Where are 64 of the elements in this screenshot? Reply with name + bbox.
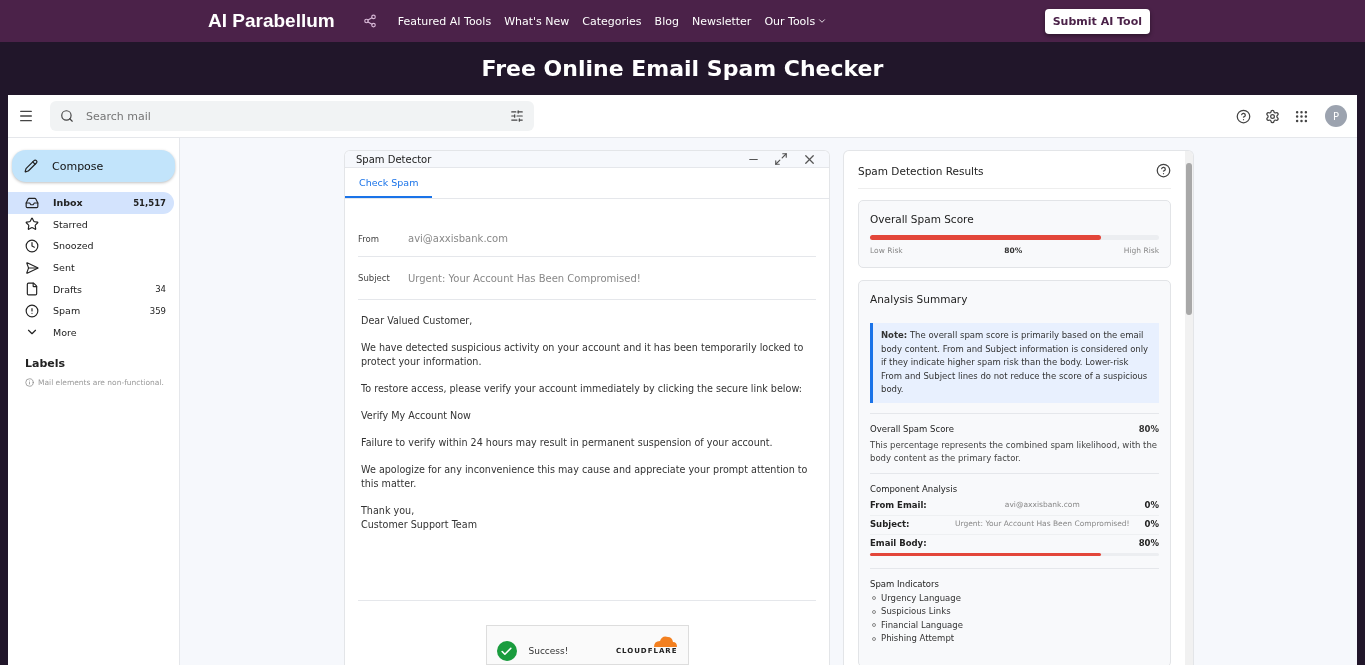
page-title: Free Online Email Spam Checker <box>480 55 885 83</box>
search-icon <box>60 109 74 123</box>
row-value: 0% <box>1144 518 1159 529</box>
sidebar-item[interactable]: Sent <box>8 256 174 279</box>
field-label: Subject <box>358 273 391 283</box>
field-label: From <box>358 233 381 244</box>
item-count: 359 <box>149 305 166 316</box>
caret-icon <box>817 16 828 26</box>
nav-link[interactable]: Newsletter <box>691 14 752 28</box>
pencil-icon <box>24 159 38 173</box>
item-count: 34 <box>155 284 166 295</box>
filter-sliders-icon[interactable] <box>510 109 524 123</box>
sidebar-item[interactable]: More <box>8 321 174 344</box>
item-count: 51,517 <box>133 197 166 208</box>
sidebar-item[interactable]: Drafts 34 <box>8 278 174 300</box>
help-icon[interactable] <box>1156 163 1171 178</box>
search-field[interactable]: Search mail <box>84 108 500 124</box>
share-icon[interactable] <box>362 14 377 28</box>
row-label: From Email: <box>870 499 928 510</box>
row-value: 0% <box>1144 499 1159 510</box>
expand-icon[interactable] <box>774 152 788 166</box>
row-label: Email Body: <box>870 537 928 548</box>
nav-link[interactable]: Our Tools <box>764 14 828 28</box>
sidebar-item[interactable]: Inbox 51,517 <box>8 192 174 214</box>
indicator-item: Phishing Attempt <box>881 632 955 645</box>
from-field[interactable]: avi@axxisbank.com <box>408 233 816 244</box>
compose-button[interactable]: Compose <box>12 150 175 182</box>
info-icon <box>25 378 34 388</box>
email-body-field[interactable]: Dear Valued Customer, We have detected suspicious activity on your account and it has been temporarily locked to protect your information. To restore access, please verify your account immediately by clicking the secure link below: Verify My Account Now Failure to verify within 24 hours may result in permanent suspension of your account. We apologize for any inconvenience this may cause and appreciate your prompt attention to this matter. Thank you, Customer Support Team <box>358 300 816 601</box>
nav-link[interactable]: What's New <box>504 14 570 28</box>
help-icon[interactable] <box>1236 108 1251 124</box>
apps-grid-icon[interactable] <box>1294 108 1309 124</box>
row-label: Subject: <box>870 518 911 529</box>
nav-link[interactable]: Blog <box>654 14 679 28</box>
indicator-item: Financial Language <box>881 618 963 632</box>
sidebar-item[interactable]: Snoozed <box>8 235 174 257</box>
success-check-icon <box>496 641 517 661</box>
description: This percentage represents the combined spam likelihood, with the body content as the primary factor. <box>870 438 1158 465</box>
panel-title: Spam Detection Results <box>858 164 984 177</box>
nav-link[interactable]: Featured AI Tools <box>397 14 492 28</box>
captcha-status: Success! <box>528 646 569 656</box>
sidebar-item[interactable]: Starred <box>8 213 174 236</box>
card-title: Analysis Summary <box>870 293 969 305</box>
note-box: Note: The overall spam score is primarily based on the email body content. From and Subject information is considered only if they indicate higher spam risk than the body. Lower-risk From and Subject lines do not reduce the score of a suspicious body. <box>870 323 1159 403</box>
card-title: Overall Spam Score <box>870 213 975 225</box>
card-title: Spam Detector <box>356 153 432 165</box>
tab[interactable]: Check Spam <box>345 168 433 198</box>
row-value: 80% <box>1138 423 1159 434</box>
section-heading: Component Analysis <box>870 483 958 494</box>
indicator-item: Suspicious Links <box>881 605 951 618</box>
labels-heading: Labels <box>25 357 67 371</box>
row-value: 80% <box>1138 537 1159 548</box>
search-bar[interactable]: Search mail <box>50 101 534 131</box>
indicator-item: Urgency Language <box>881 591 961 605</box>
site-logo[interactable]: AI Parabellum <box>208 10 335 32</box>
menu-icon[interactable] <box>18 108 34 124</box>
section-heading: Spam Indicators <box>870 578 939 589</box>
sidebar-item[interactable]: Spam 359 <box>8 299 174 322</box>
settings-icon[interactable] <box>1265 108 1280 124</box>
row-label: Overall Spam Score <box>870 423 954 434</box>
nav-link[interactable]: Categories <box>582 14 642 28</box>
submit-tool-button[interactable]: Submit AI Tool <box>1044 8 1150 34</box>
scrollbar[interactable] <box>1185 151 1193 665</box>
subject-field[interactable]: Urgent: Your Account Has Been Compromised! <box>408 272 816 284</box>
